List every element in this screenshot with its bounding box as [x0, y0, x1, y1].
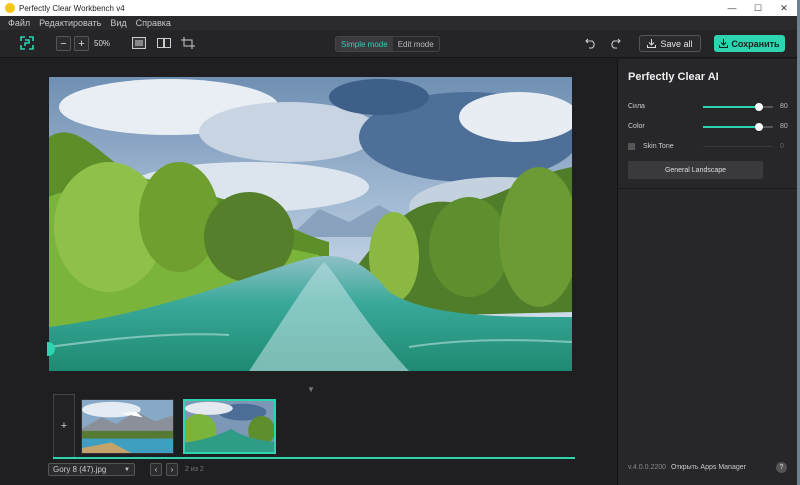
- split-view-icon[interactable]: [157, 37, 171, 49]
- collapse-filmstrip-icon[interactable]: ▼: [307, 385, 315, 394]
- thumbnail-1[interactable]: [81, 399, 174, 454]
- apps-manager-link[interactable]: Открыть Apps Manager: [671, 464, 746, 471]
- crop-view-icon[interactable]: [181, 37, 195, 49]
- zoom-in-button[interactable]: +: [74, 36, 89, 51]
- menu-bar: Файл Редактировать Вид Справка: [0, 16, 797, 30]
- menu-file[interactable]: Файл: [8, 18, 30, 28]
- app-window: Perfectly Clear Workbench v4 — ☐ ✕ Файл …: [0, 0, 797, 485]
- single-view-icon[interactable]: [132, 37, 146, 49]
- minimize-button[interactable]: —: [719, 0, 745, 16]
- skin-tone-label: Skin Tone: [643, 143, 674, 150]
- download-icon: [719, 39, 729, 48]
- strength-label: Сила: [628, 103, 645, 110]
- close-button[interactable]: ✕: [771, 0, 797, 16]
- skin-tone-value: 0: [780, 143, 784, 150]
- panel-divider: [618, 188, 797, 189]
- prev-image-button[interactable]: ‹: [150, 463, 162, 476]
- ai-panel: Perfectly Clear AI Сила 80 Color 80 Skin…: [617, 59, 797, 485]
- title-bar: Perfectly Clear Workbench v4 — ☐ ✕: [0, 0, 797, 16]
- thumbnail-2[interactable]: [183, 399, 276, 454]
- mode-switch: Simple mode Edit mode: [335, 36, 440, 52]
- download-icon: [647, 39, 657, 48]
- zoom-level: 50%: [94, 39, 111, 48]
- window-title: Perfectly Clear Workbench v4: [19, 3, 125, 13]
- preset-button[interactable]: General Landscape: [628, 161, 763, 179]
- skin-tone-checkbox[interactable]: [628, 143, 635, 150]
- save-all-button[interactable]: Save all: [639, 35, 701, 52]
- strength-slider-fill: [703, 106, 759, 108]
- menu-view[interactable]: Вид: [110, 18, 126, 28]
- strength-slider-handle[interactable]: [755, 103, 763, 111]
- app-logo-icon: [5, 3, 15, 13]
- help-button[interactable]: ?: [776, 462, 787, 473]
- save-all-label: Save all: [660, 38, 693, 49]
- edit-mode-button[interactable]: Edit mode: [392, 37, 439, 51]
- photo-preview[interactable]: [49, 77, 572, 371]
- skin-tone-slider[interactable]: [703, 146, 773, 147]
- next-image-button[interactable]: ›: [166, 463, 178, 476]
- chevron-down-icon: ▼: [124, 467, 130, 473]
- file-name: Gory 8 (47).jpg: [53, 465, 107, 474]
- simple-mode-button[interactable]: Simple mode: [336, 37, 393, 51]
- menu-help[interactable]: Справка: [136, 18, 171, 28]
- color-slider[interactable]: [703, 123, 773, 131]
- file-select[interactable]: Gory 8 (47).jpg ▼: [48, 463, 135, 476]
- perfectly-clear-logo-icon[interactable]: [20, 36, 34, 50]
- maximize-button[interactable]: ☐: [745, 0, 771, 16]
- version-label: v.4.0.0.2200: [628, 464, 667, 471]
- window-controls: — ☐ ✕: [719, 0, 797, 16]
- zoom-out-button[interactable]: −: [56, 36, 71, 51]
- panel-title: Perfectly Clear AI: [628, 71, 719, 83]
- color-label: Color: [628, 123, 645, 130]
- color-value: 80: [780, 123, 788, 130]
- color-slider-handle[interactable]: [755, 123, 763, 131]
- filmstrip-progress: [53, 457, 575, 459]
- add-image-button[interactable]: +: [53, 394, 75, 458]
- save-button[interactable]: Сохранить: [714, 35, 785, 52]
- save-label: Сохранить: [731, 38, 780, 49]
- undo-icon[interactable]: [585, 37, 597, 49]
- redo-icon[interactable]: [609, 37, 621, 49]
- strength-slider[interactable]: [703, 103, 773, 111]
- image-counter: 2 из 2: [185, 466, 204, 473]
- menu-edit[interactable]: Редактировать: [39, 18, 101, 28]
- toolbar: − + 50% Simple mode Edit mode Save all С…: [0, 30, 797, 58]
- strength-value: 80: [780, 103, 788, 110]
- color-slider-fill: [703, 126, 759, 128]
